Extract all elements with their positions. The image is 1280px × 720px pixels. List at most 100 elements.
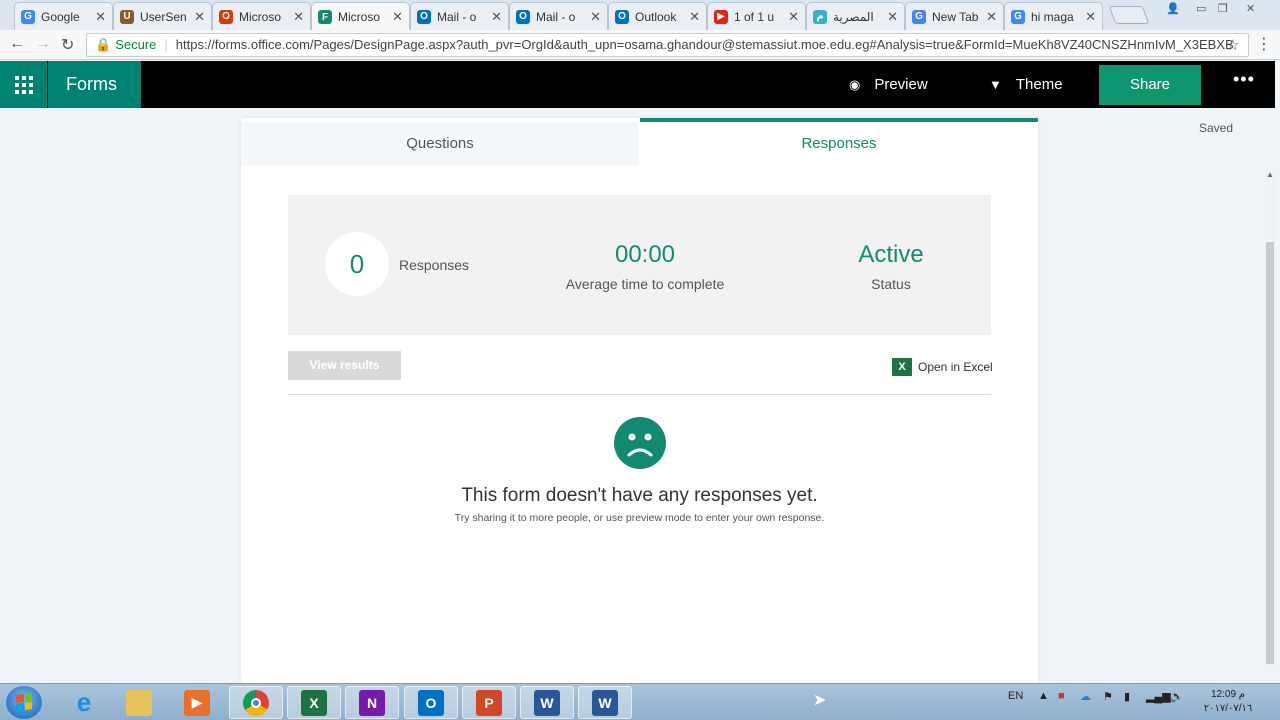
secure-label: Secure: [115, 37, 157, 52]
ie-icon[interactable]: e: [57, 686, 111, 719]
close-window-button[interactable]: ✕: [1246, 2, 1255, 16]
open-in-excel-label: Open in Excel: [918, 360, 993, 374]
browser-tab[interactable]: U UserSen ✕: [113, 2, 212, 30]
bookmark-star-icon[interactable]: ☆: [1226, 36, 1239, 54]
google-icon: G: [912, 9, 926, 24]
average-time-value: 00:00: [614, 241, 676, 268]
office-icon: O: [219, 9, 233, 24]
action-center-flag-icon[interactable]: ⚑: [1103, 690, 1113, 703]
browser-menu-icon[interactable]: ⋮: [1256, 34, 1272, 54]
back-arrow-icon[interactable]: ←: [9, 35, 25, 53]
browser-tab-title: UserSen: [140, 9, 187, 24]
restore-button[interactable]: ❐: [1218, 2, 1228, 16]
browser-tab[interactable]: O Mail - o ✕: [509, 2, 608, 30]
preview-button[interactable]: ◉ Preview: [849, 61, 928, 108]
close-tab-icon[interactable]: ✕: [887, 9, 898, 25]
close-tab-icon[interactable]: ✕: [194, 9, 205, 25]
browser-tab[interactable]: O Mail - o ✕: [410, 2, 509, 30]
language-indicator[interactable]: EN: [1008, 690, 1023, 702]
close-tab-icon[interactable]: ✕: [1085, 9, 1096, 25]
explorer-icon[interactable]: [112, 686, 166, 719]
close-tab-icon[interactable]: ✕: [788, 9, 799, 25]
tab-responses[interactable]: Responses: [640, 118, 1038, 165]
close-tab-icon[interactable]: ✕: [689, 9, 700, 25]
share-button[interactable]: Share: [1099, 65, 1201, 105]
response-summary-panel: 0 Responses 00:00 Average time to comple…: [288, 195, 991, 335]
browser-tab[interactable]: ▶ 1 of 1 u ✕: [707, 2, 806, 30]
outlook-icon: O: [615, 9, 629, 24]
chrome-icon[interactable]: [229, 686, 283, 719]
close-tab-icon[interactable]: ✕: [491, 9, 502, 25]
show-hidden-icons-icon[interactable]: ▲: [1038, 690, 1049, 702]
app-name[interactable]: Forms: [48, 61, 141, 108]
antivirus-icon[interactable]: ■: [1058, 690, 1065, 702]
start-button[interactable]: [6, 686, 42, 719]
powerpoint-icon[interactable]: P: [462, 686, 516, 719]
close-tab-icon[interactable]: ✕: [293, 9, 304, 25]
browser-tab-title: المصرية: [833, 9, 874, 24]
mouse-cursor-icon: ➤: [813, 692, 827, 709]
reload-icon[interactable]: ↻: [61, 35, 74, 55]
empty-state-subtitle: Try sharing it to more people, or use pr…: [454, 512, 825, 524]
media-player-icon[interactable]: ▶: [170, 686, 224, 719]
eye-icon: ◉: [849, 77, 861, 92]
status-value: Active: [858, 241, 924, 268]
browser-tab[interactable]: O Microso ✕: [212, 2, 311, 30]
scroll-up-icon[interactable]: ▲: [1266, 170, 1274, 179]
more-options-icon[interactable]: •••: [1233, 69, 1255, 90]
browser-tab[interactable]: G Google ✕: [14, 2, 113, 30]
sad-face-icon: [614, 417, 666, 469]
scrollbar-thumb[interactable]: [1266, 242, 1274, 664]
preview-label: Preview: [874, 76, 928, 93]
browser-tab[interactable]: G New Tab ✕: [905, 2, 1004, 30]
close-tab-icon[interactable]: ✕: [590, 9, 601, 25]
divider: [288, 394, 991, 395]
forward-arrow-icon[interactable]: →: [35, 35, 51, 53]
excel-icon[interactable]: X: [287, 686, 341, 719]
word-icon[interactable]: W: [520, 686, 574, 719]
address-toolbar: ← → ↻ 🔒 Secure | https://forms.office.com/P…: [0, 30, 1280, 60]
browser-tab[interactable]: م المصرية ✕: [806, 2, 905, 30]
url-text: https://forms.office.com/Pages/DesignPag…: [175, 37, 1234, 52]
close-tab-icon[interactable]: ✕: [95, 9, 106, 25]
onenote-icon[interactable]: N: [345, 686, 399, 719]
outlook-icon: O: [417, 9, 431, 24]
youtube-icon: ▶: [714, 9, 728, 24]
new-tab-button[interactable]: [1108, 6, 1150, 24]
volume-icon[interactable]: 🔊: [1170, 690, 1184, 703]
profile-icon[interactable]: 👤: [1166, 2, 1180, 16]
site-icon: م: [813, 9, 827, 24]
theme-button[interactable]: ▼ Theme: [989, 61, 1063, 108]
form-tabs: Questions Responses: [241, 118, 1038, 165]
browser-tab-title: Mail - o: [536, 9, 576, 24]
browser-tab-title: hi maga: [1031, 9, 1074, 24]
tab-questions[interactable]: Questions: [241, 122, 639, 165]
browser-tab-title: Microso: [239, 9, 282, 24]
network-icon[interactable]: ▂▄▆: [1146, 690, 1171, 703]
browser-tab[interactable]: Ghi maga ✕: [1004, 2, 1103, 30]
open-in-excel-link[interactable]: X Open in Excel: [892, 358, 993, 376]
app-launcher-icon[interactable]: [0, 61, 47, 108]
browser-tab[interactable]: O Outlook ✕: [608, 2, 707, 30]
minimize-button[interactable]: ▭: [1196, 2, 1206, 16]
view-results-button[interactable]: View results: [288, 351, 401, 380]
address-input[interactable]: 🔒 Secure | https://forms.office.com/Pages/D…: [86, 33, 1249, 57]
usersen-icon: U: [120, 9, 134, 24]
system-clock[interactable]: 12:09 م ٢٠١٧/٠٧/١٦: [1196, 688, 1260, 716]
onedrive-icon[interactable]: ☁: [1080, 690, 1091, 703]
responses-label: Responses: [399, 257, 470, 273]
forms-icon: F: [318, 10, 332, 24]
browser-tab-title: Mail - o: [437, 9, 477, 24]
power-icon[interactable]: ▮: [1124, 690, 1130, 703]
clock-date: ٢٠١٧/٠٧/١٦: [1203, 703, 1253, 714]
empty-state-title: This form doesn't have any responses yet…: [461, 485, 818, 506]
browser-tab[interactable]: F Microso ✕: [311, 2, 410, 31]
close-tab-icon[interactable]: ✕: [986, 9, 997, 25]
paint-brush-icon: ▼: [989, 77, 1002, 92]
outlook-icon[interactable]: O: [404, 686, 458, 719]
close-tab-icon[interactable]: ✕: [392, 9, 403, 25]
saved-status: Saved: [1199, 121, 1234, 135]
browser-tab-title: New Tab: [932, 9, 979, 24]
word-document-icon[interactable]: W: [578, 686, 632, 719]
browser-tab-title: Outlook: [635, 9, 677, 24]
